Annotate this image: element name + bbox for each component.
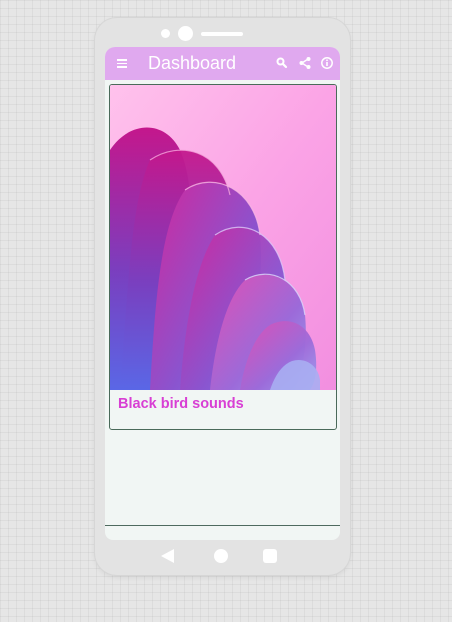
content-card[interactable]: Black bird sounds — [109, 84, 337, 430]
phone-frame: Dashboard Black bird sounds — [95, 18, 350, 575]
card-title: Black bird sounds — [118, 396, 244, 412]
share-icon[interactable] — [298, 56, 312, 70]
app-screen: Dashboard Black bird sounds — [105, 47, 340, 540]
menu-icon[interactable] — [117, 59, 127, 68]
front-camera — [178, 26, 193, 41]
app-bar: Dashboard — [105, 47, 340, 80]
info-icon[interactable] — [320, 56, 334, 70]
recent-apps-icon[interactable] — [263, 549, 277, 563]
earpiece-speaker — [201, 32, 243, 36]
search-icon[interactable] — [275, 56, 289, 70]
bottom-divider — [105, 525, 340, 526]
page-title: Dashboard — [148, 53, 237, 73]
card-image — [110, 85, 336, 390]
home-icon[interactable] — [214, 549, 228, 563]
front-sensor — [161, 29, 170, 38]
back-icon[interactable] — [161, 549, 174, 563]
